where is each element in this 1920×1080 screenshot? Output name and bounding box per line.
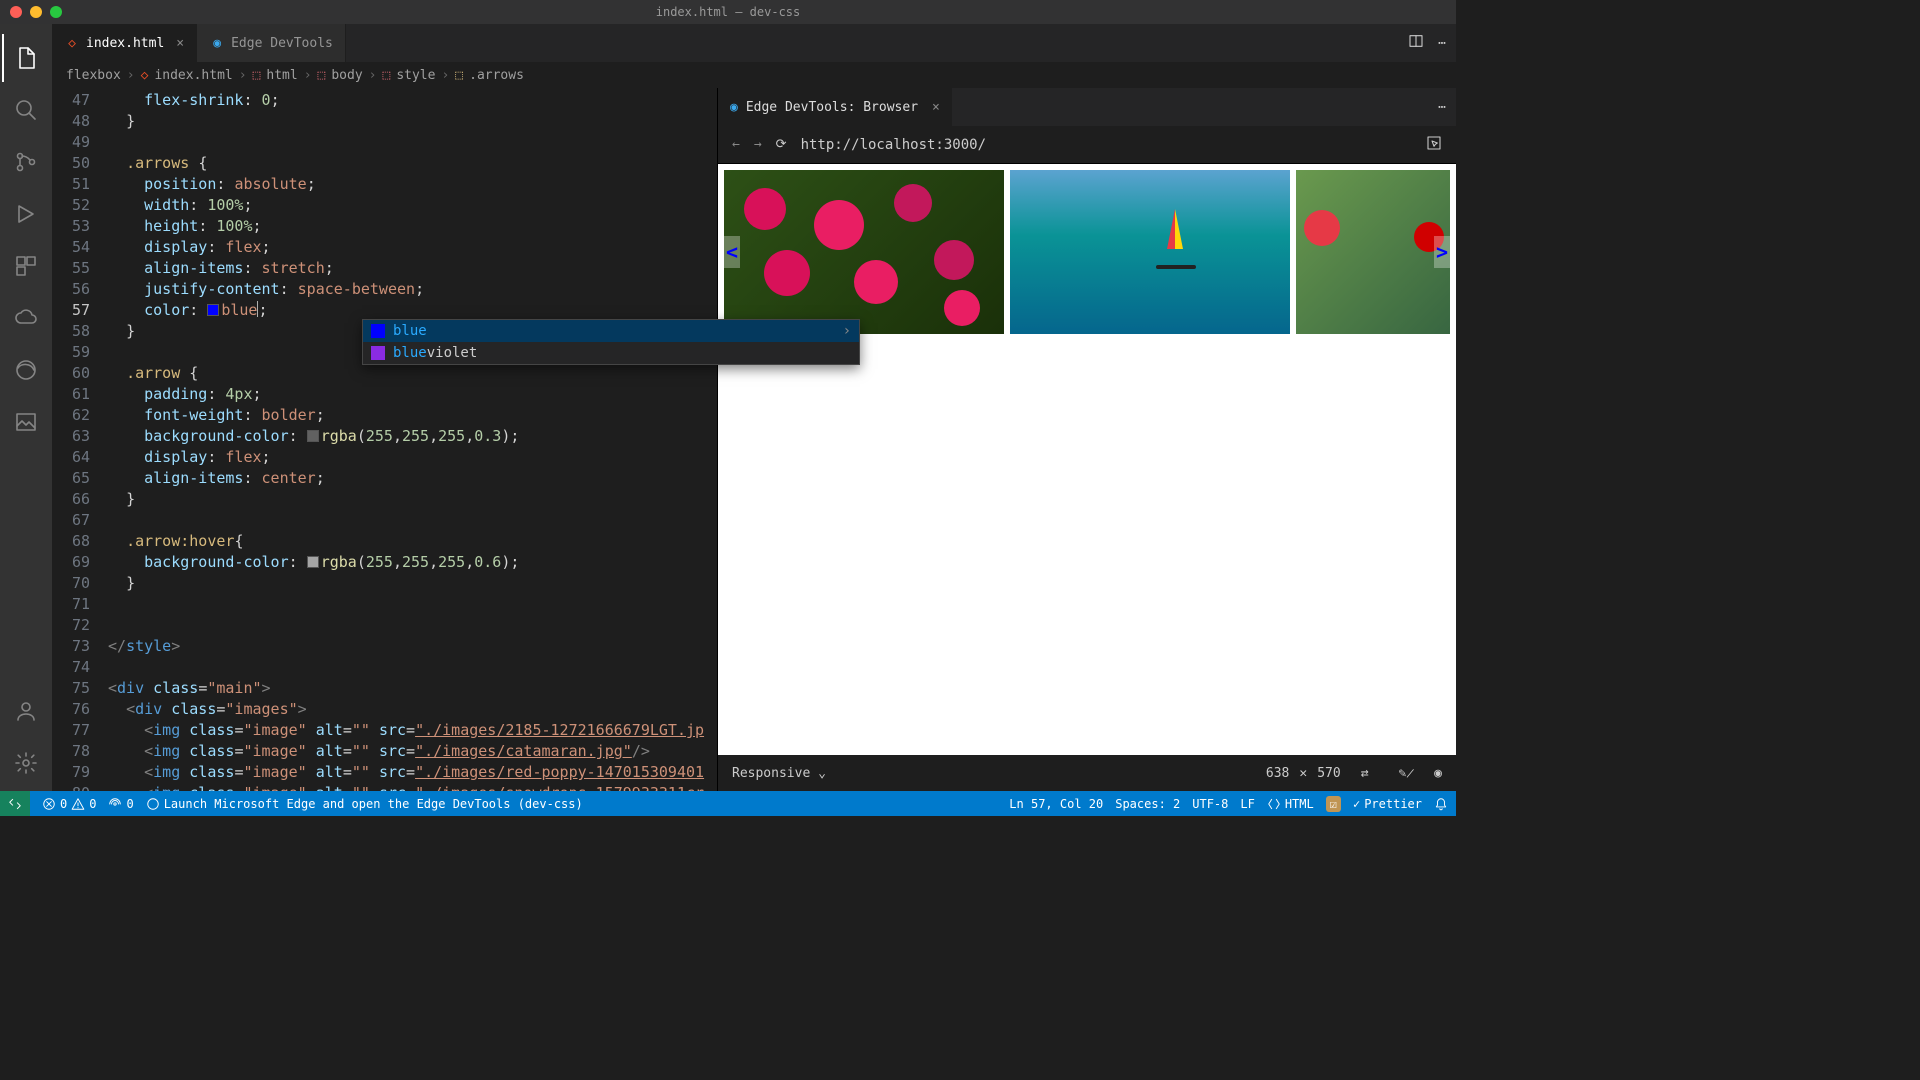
preview-tab[interactable]: ◉ Edge DevTools: Browser ×	[718, 88, 952, 126]
chevron-right-icon: ›	[239, 68, 247, 83]
tab-label: index.html	[86, 36, 164, 51]
chevron-right-icon: ›	[441, 68, 449, 83]
launch-devtools-button[interactable]: Launch Microsoft Edge and open the Edge …	[146, 797, 583, 811]
run-debug-icon[interactable]	[2, 190, 50, 238]
close-tab-icon[interactable]: ×	[176, 36, 184, 51]
line-numbers: 4748495051525354555657585960616263646566…	[52, 88, 108, 791]
close-window-button[interactable]	[10, 6, 22, 18]
responsive-selector[interactable]: Responsive ⌄	[732, 766, 826, 781]
split-editor-icon[interactable]	[1408, 33, 1424, 53]
back-icon[interactable]: ←	[732, 137, 740, 152]
css-rule-icon: ⬚	[455, 68, 463, 83]
tag-icon: ⬚	[318, 68, 326, 83]
vision-icon[interactable]: ◉	[1434, 766, 1442, 781]
chevron-down-icon: ⌄	[818, 766, 826, 781]
suggest-item-blueviolet[interactable]: blueviolet	[363, 342, 859, 364]
maximize-window-button[interactable]	[50, 6, 62, 18]
language-mode[interactable]: HTML	[1267, 797, 1314, 811]
color-swatch-icon	[371, 324, 385, 338]
source-control-icon[interactable]	[2, 138, 50, 186]
browser-preview: ◉ Edge DevTools: Browser × ⋯ ← → ⟳ http:…	[717, 88, 1456, 791]
viewport-height[interactable]: 570	[1317, 766, 1340, 781]
color-swatch-icon	[371, 346, 385, 360]
notifications-icon[interactable]	[1434, 797, 1448, 811]
close-tab-icon[interactable]: ×	[932, 100, 940, 115]
tab-index-html[interactable]: ◇ index.html ×	[52, 24, 197, 62]
more-actions-icon[interactable]: ⋯	[1438, 36, 1446, 51]
accounts-icon[interactable]	[2, 687, 50, 735]
prettier-status[interactable]: ✓ Prettier	[1353, 797, 1422, 811]
arrow-right[interactable]: >	[1434, 236, 1450, 268]
tag-icon: ⬚	[253, 68, 261, 83]
dimension-separator: ✕	[1299, 766, 1307, 781]
html-file-icon: ◇	[64, 35, 80, 51]
preview-image: <	[724, 170, 1004, 334]
search-icon[interactable]	[2, 86, 50, 134]
inspect-icon[interactable]	[1426, 135, 1442, 155]
editor-tab-bar: ◇ index.html × ◉ Edge DevTools ⋯	[52, 24, 1456, 62]
chevron-right-icon: ›	[127, 68, 135, 83]
tab-label: Edge DevTools	[231, 36, 333, 51]
indentation[interactable]: Spaces: 2	[1115, 797, 1180, 811]
window-title: index.html — dev-css	[656, 5, 801, 19]
code-editor[interactable]: 4748495051525354555657585960616263646566…	[52, 88, 717, 791]
traffic-lights	[10, 6, 62, 18]
suggest-item-blue[interactable]: blue ›	[363, 320, 859, 342]
status-bar: 0 0 0 Launch Microsoft Edge and open the…	[0, 791, 1456, 816]
activity-bar	[0, 24, 52, 791]
code-content[interactable]: flex-shrink: 0; } .arrows { position: ab…	[108, 88, 717, 791]
eol[interactable]: LF	[1240, 797, 1254, 811]
autocomplete-popup[interactable]: blue › blueviolet	[362, 319, 860, 365]
preview-image: >	[1296, 170, 1450, 334]
chevron-right-icon: ›	[369, 68, 377, 83]
settings-icon[interactable]	[2, 739, 50, 787]
breadcrumb-item[interactable]: style	[396, 68, 435, 83]
titlebar: index.html — dev-css	[0, 0, 1456, 24]
breadcrumb-item[interactable]: html	[266, 68, 297, 83]
encoding[interactable]: UTF-8	[1192, 797, 1228, 811]
preview-viewport[interactable]: < >	[718, 164, 1456, 755]
breadcrumb-item[interactable]: body	[331, 68, 362, 83]
preview-tab-label: Edge DevTools: Browser	[746, 100, 918, 115]
port-indicator[interactable]: 0	[108, 797, 133, 811]
screenshot-icon[interactable]: ✎̷	[1399, 766, 1415, 781]
extensions-icon[interactable]	[2, 242, 50, 290]
minimize-window-button[interactable]	[30, 6, 42, 18]
edge-icon: ◉	[730, 100, 738, 115]
edge-icon[interactable]	[2, 346, 50, 394]
more-actions-icon[interactable]: ⋯	[1438, 100, 1446, 115]
reload-icon[interactable]: ⟳	[776, 137, 787, 152]
explorer-icon[interactable]	[2, 34, 50, 82]
html-file-icon: ◇	[141, 68, 149, 83]
breadcrumb-item[interactable]: flexbox	[66, 68, 121, 83]
arrow-left[interactable]: <	[724, 236, 740, 268]
breadcrumb-item[interactable]: .arrows	[469, 68, 524, 83]
tab-edge-devtools[interactable]: ◉ Edge DevTools	[197, 24, 346, 62]
feedback-icon[interactable]: ☑	[1326, 796, 1341, 812]
url-bar[interactable]: http://localhost:3000/	[801, 137, 1412, 153]
forward-icon[interactable]: →	[754, 137, 762, 152]
tag-icon: ⬚	[383, 68, 391, 83]
chevron-right-icon: ›	[304, 68, 312, 83]
chevron-right-icon: ›	[843, 323, 851, 339]
breadcrumb-item[interactable]: index.html	[154, 68, 232, 83]
image-icon[interactable]	[2, 398, 50, 446]
preview-image	[1010, 170, 1290, 334]
edge-icon: ◉	[209, 35, 225, 51]
rotate-icon[interactable]: ⇄	[1361, 766, 1369, 781]
errors-indicator[interactable]: 0 0	[42, 797, 96, 811]
cursor-position[interactable]: Ln 57, Col 20	[1009, 797, 1103, 811]
breadcrumb[interactable]: flexbox › ◇ index.html › ⬚ html › ⬚ body…	[52, 62, 1456, 88]
cloud-icon[interactable]	[2, 294, 50, 342]
viewport-width[interactable]: 638	[1266, 766, 1289, 781]
remote-indicator[interactable]	[0, 791, 30, 816]
